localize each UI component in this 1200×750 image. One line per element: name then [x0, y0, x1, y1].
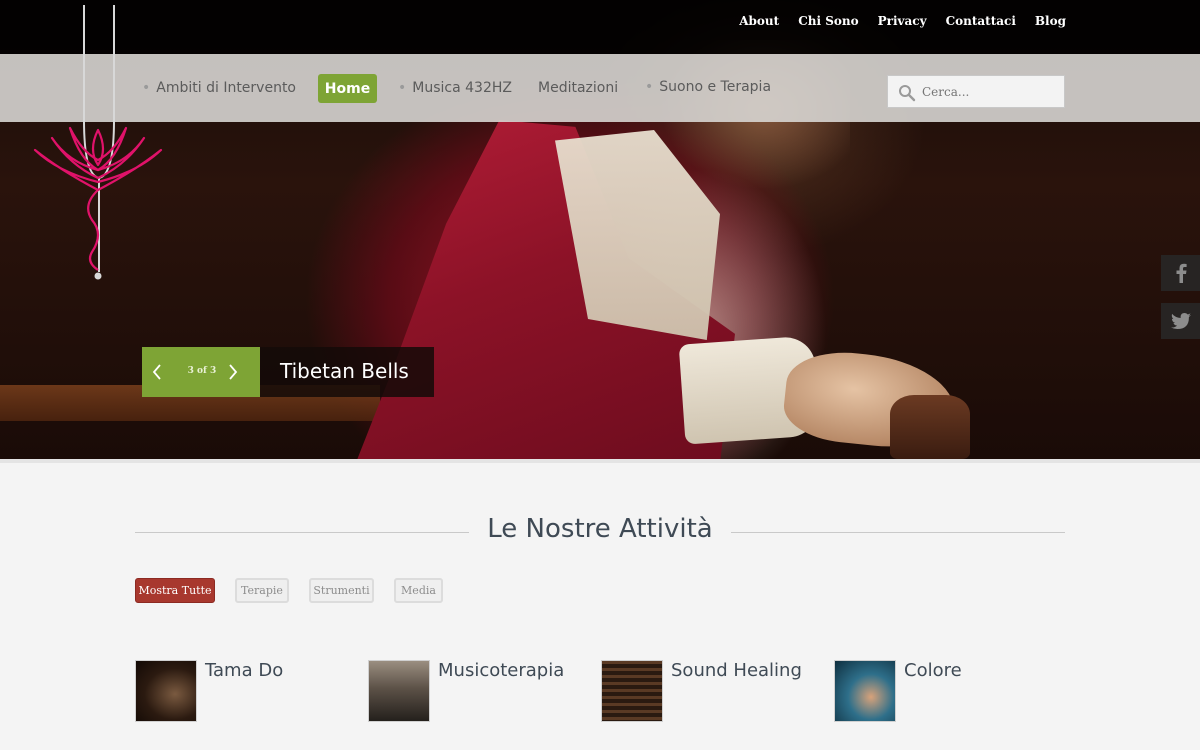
page: About Chi Sono Privacy Contattaci Blog •…	[0, 0, 1200, 750]
activity-thumbnail[interactable]	[135, 660, 197, 722]
activity-thumbnail[interactable]	[601, 660, 663, 722]
filter-terapie[interactable]: Terapie	[235, 578, 289, 603]
nav-item-label: Ambiti di Intervento	[156, 80, 296, 96]
activity-title[interactable]: Sound Healing	[671, 660, 802, 681]
main-nav: • Ambiti di Intervento Home • Musica 432HZ…	[0, 54, 1200, 122]
nav-item-musica-432hz[interactable]: • Musica 432HZ	[398, 80, 512, 96]
slider-controls: 3 of 3	[142, 347, 260, 397]
top-nav: About Chi Sono Privacy Contattaci Blog	[739, 14, 1066, 28]
activity-thumbnail[interactable]	[834, 660, 896, 722]
chevron-left-icon	[152, 364, 161, 380]
search-box	[887, 75, 1065, 108]
activity-title[interactable]: Colore	[904, 660, 962, 681]
activity-title[interactable]: Tama Do	[205, 660, 283, 681]
top-nav-chi-sono[interactable]: Chi Sono	[798, 14, 858, 28]
twitter-icon	[1170, 313, 1191, 329]
slide-caption: Tibetan Bells	[260, 347, 434, 397]
chevron-right-icon	[229, 364, 238, 380]
section-title: Le Nostre Attività	[487, 514, 713, 544]
facebook-button[interactable]	[1161, 255, 1200, 291]
nav-item-label: Suono e Terapia	[659, 79, 772, 95]
facebook-icon	[1176, 263, 1187, 283]
slide-title: Tibetan Bells	[280, 359, 409, 383]
top-nav-about[interactable]: About	[739, 14, 779, 28]
activities-section: Le Nostre Attività Mostra Tutte Terapie …	[0, 459, 1200, 750]
nav-item-meditazioni[interactable]: Meditazioni	[538, 80, 618, 96]
nav-item-suono-e-terapia[interactable]: • Suono e Terapia	[645, 79, 771, 95]
filter-strumenti[interactable]: Strumenti	[309, 578, 374, 603]
title-divider-right	[731, 532, 1065, 533]
top-nav-blog[interactable]: Blog	[1035, 14, 1066, 28]
twitter-button[interactable]	[1161, 303, 1200, 339]
activity-thumbnail[interactable]	[368, 660, 430, 722]
lotus-tuning-fork-logo[interactable]	[30, 0, 170, 285]
slider-counter: 3 of 3	[187, 366, 217, 376]
top-bar: About Chi Sono Privacy Contattaci Blog	[0, 0, 1200, 54]
search-input[interactable]	[922, 82, 1058, 102]
nav-item-label: Musica 432HZ	[412, 80, 512, 96]
hero-bowl	[890, 395, 970, 459]
slider-next-button[interactable]	[218, 347, 248, 397]
top-nav-contattaci[interactable]: Contattaci	[946, 14, 1016, 28]
top-nav-privacy[interactable]: Privacy	[878, 14, 927, 28]
nav-bullet: •	[398, 80, 407, 96]
filter-media[interactable]: Media	[394, 578, 443, 603]
search-icon[interactable]	[898, 84, 916, 102]
filter-mostra-tutte[interactable]: Mostra Tutte	[135, 578, 215, 603]
nav-item-home[interactable]: Home	[318, 74, 377, 103]
nav-bullet: •	[645, 79, 654, 95]
activity-title[interactable]: Musicoterapia	[438, 660, 564, 681]
slider-prev-button[interactable]	[142, 347, 172, 397]
